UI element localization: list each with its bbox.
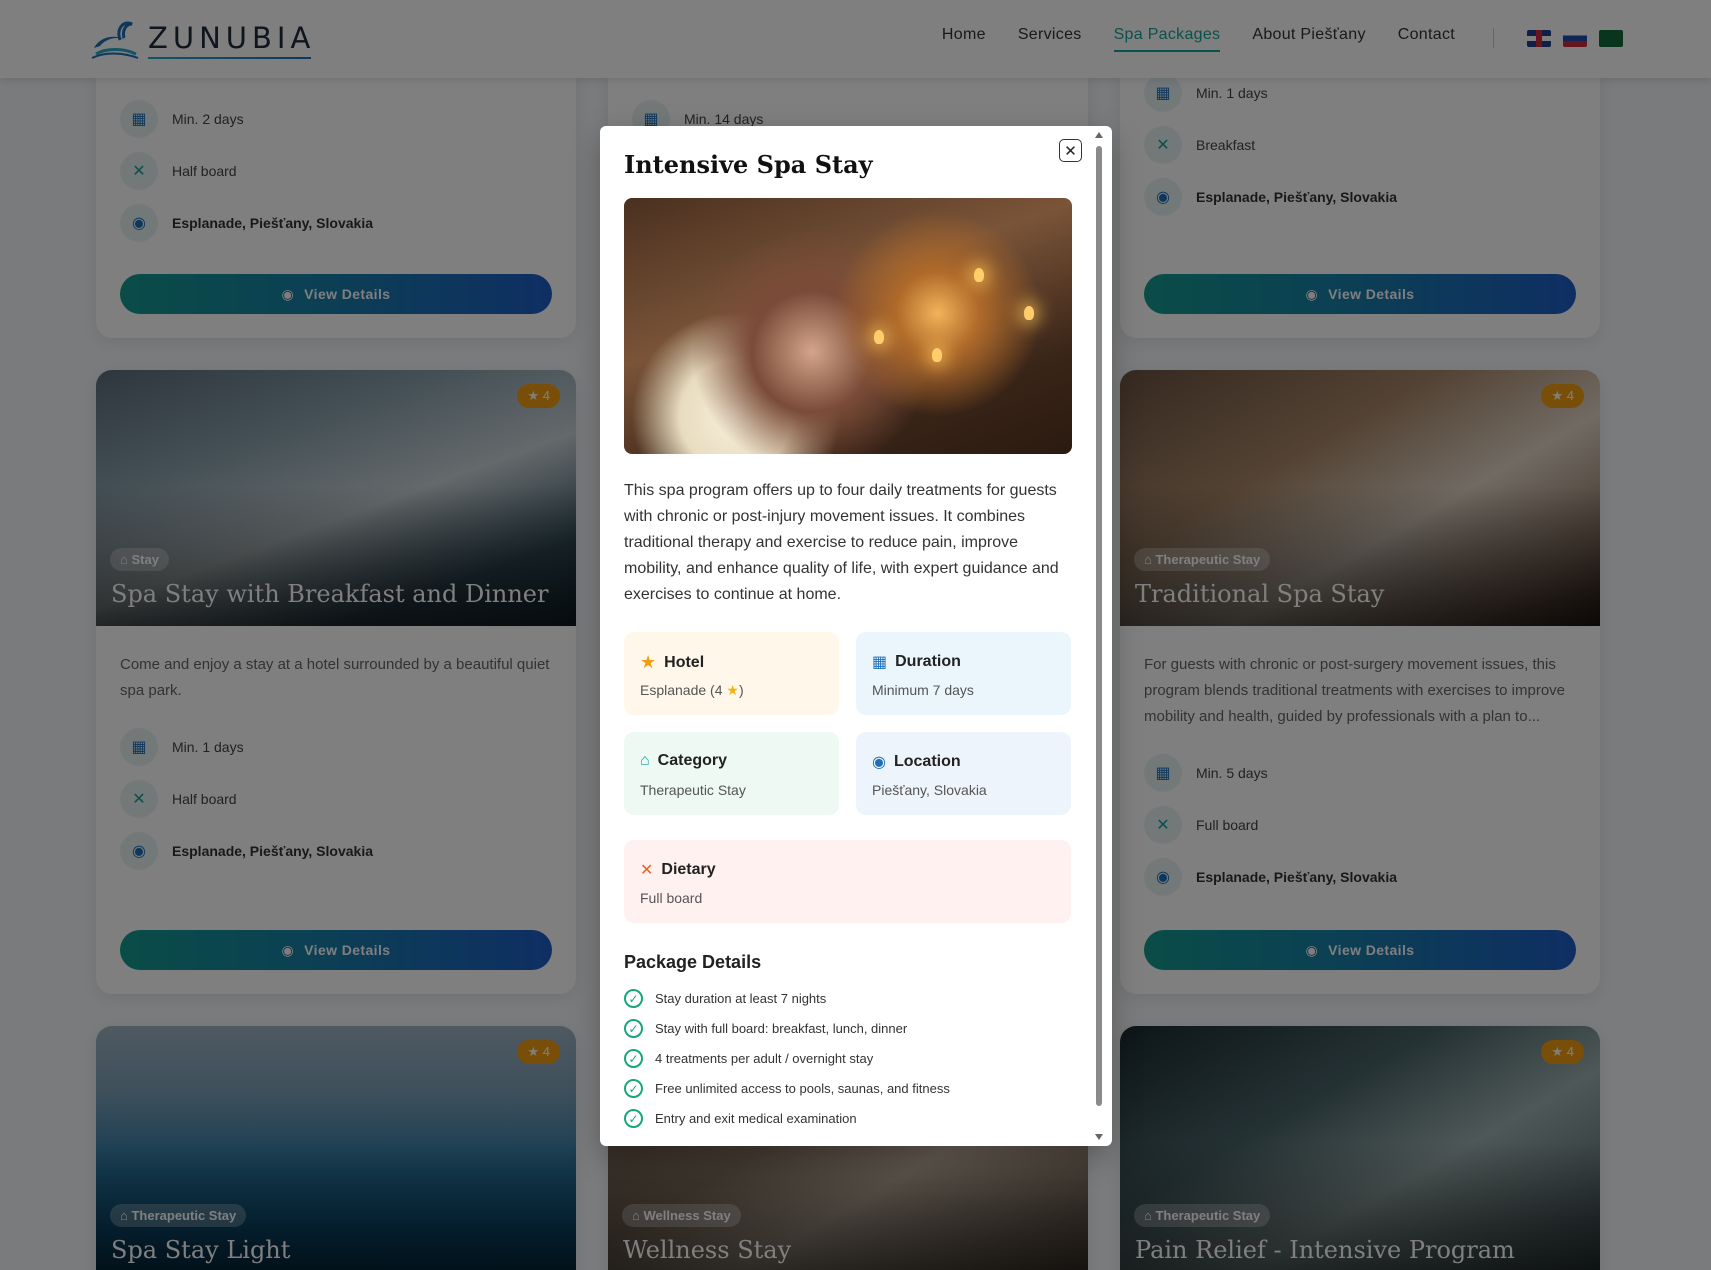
package-item-text: Stay with full board: breakfast, lunch, … [655, 1021, 908, 1036]
star-icon: ★ [640, 652, 657, 672]
package-details-title: Package Details [624, 952, 762, 972]
hotel-title: ★ Hotel [640, 652, 704, 673]
candle-light [1024, 306, 1034, 320]
package-item-text: Stay duration at least 7 nights [655, 991, 827, 1006]
dietary-value: Full board [640, 890, 703, 906]
location-title: ◉ Location [872, 752, 961, 772]
dietary-info: ✕ Dietary Full board [624, 840, 1071, 923]
check-circle-icon: ✓ [624, 1109, 643, 1128]
modal-description: This spa program offers up to four daily… [624, 482, 1059, 603]
package-item: ✓ Stay duration at least 7 nights [624, 989, 826, 1008]
duration-value: Minimum 7 days [872, 682, 974, 698]
scroll-thumb[interactable] [1096, 146, 1102, 1106]
hotel-value: Esplanade (4 ★) [640, 682, 744, 699]
utensils-icon: ✕ [640, 862, 654, 879]
category-label: Category [657, 752, 728, 769]
package-item: ✓ 4 treatments per adult / overnight stay [624, 1049, 873, 1068]
location-value: Piešťany, Slovakia [872, 782, 987, 798]
duration-label: Duration [895, 653, 961, 670]
check-circle-icon: ✓ [624, 1049, 643, 1068]
candle-light [932, 348, 942, 362]
hotel-label: Hotel [664, 653, 705, 671]
location-label: Location [893, 753, 961, 770]
modal-image [624, 198, 1072, 454]
package-item: ✓ Free unlimited access to pools, saunas,… [624, 1079, 950, 1098]
candle-light [874, 330, 884, 344]
star-icon: ★ [726, 682, 739, 698]
close-button[interactable]: ✕ [1059, 139, 1082, 162]
location-pin-icon: ◉ [872, 754, 886, 771]
package-item: ✓ Stay with full board: breakfast, lunch,… [624, 1019, 907, 1038]
duration-info: ▦ Duration Minimum 7 days [856, 632, 1071, 715]
modal-title: Intensive Spa Stay [624, 150, 873, 179]
package-item: ✓ Entry and exit medical examination [624, 1109, 857, 1128]
duration-title: ▦ Duration [872, 652, 961, 672]
close-icon: ✕ [1064, 142, 1077, 160]
category-info: ⌂ Category Therapeutic Stay [624, 732, 839, 815]
scroll-up-arrow-icon[interactable] [1095, 132, 1103, 138]
package-item-text: 4 treatments per adult / overnight stay [655, 1051, 874, 1066]
calendar-icon: ▦ [872, 654, 888, 671]
candle-light [974, 268, 984, 282]
tag-icon: ⌂ [640, 752, 650, 769]
check-circle-icon: ✓ [624, 1019, 643, 1038]
location-info: ◉ Location Piešťany, Slovakia [856, 732, 1071, 815]
hotel-value-end: ) [738, 682, 744, 698]
package-item-text: Entry and exit medical examination [655, 1111, 857, 1126]
hotel-name-rating: Esplanade (4 [640, 682, 723, 698]
check-circle-icon: ✓ [624, 1079, 643, 1098]
modal-scrollbar[interactable] [1094, 132, 1104, 1140]
check-circle-icon: ✓ [624, 989, 643, 1008]
hotel-info: ★ Hotel Esplanade (4 ★) [624, 632, 839, 715]
scroll-down-arrow-icon[interactable] [1095, 1134, 1103, 1140]
category-value: Therapeutic Stay [640, 782, 746, 798]
dietary-label: Dietary [661, 861, 716, 878]
package-item-text: Free unlimited access to pools, saunas, … [655, 1081, 950, 1096]
category-title: ⌂ Category [640, 752, 727, 770]
dietary-title: ✕ Dietary [640, 860, 716, 880]
package-modal: Intensive Spa Stay ✕ This spa program of… [600, 126, 1112, 1146]
